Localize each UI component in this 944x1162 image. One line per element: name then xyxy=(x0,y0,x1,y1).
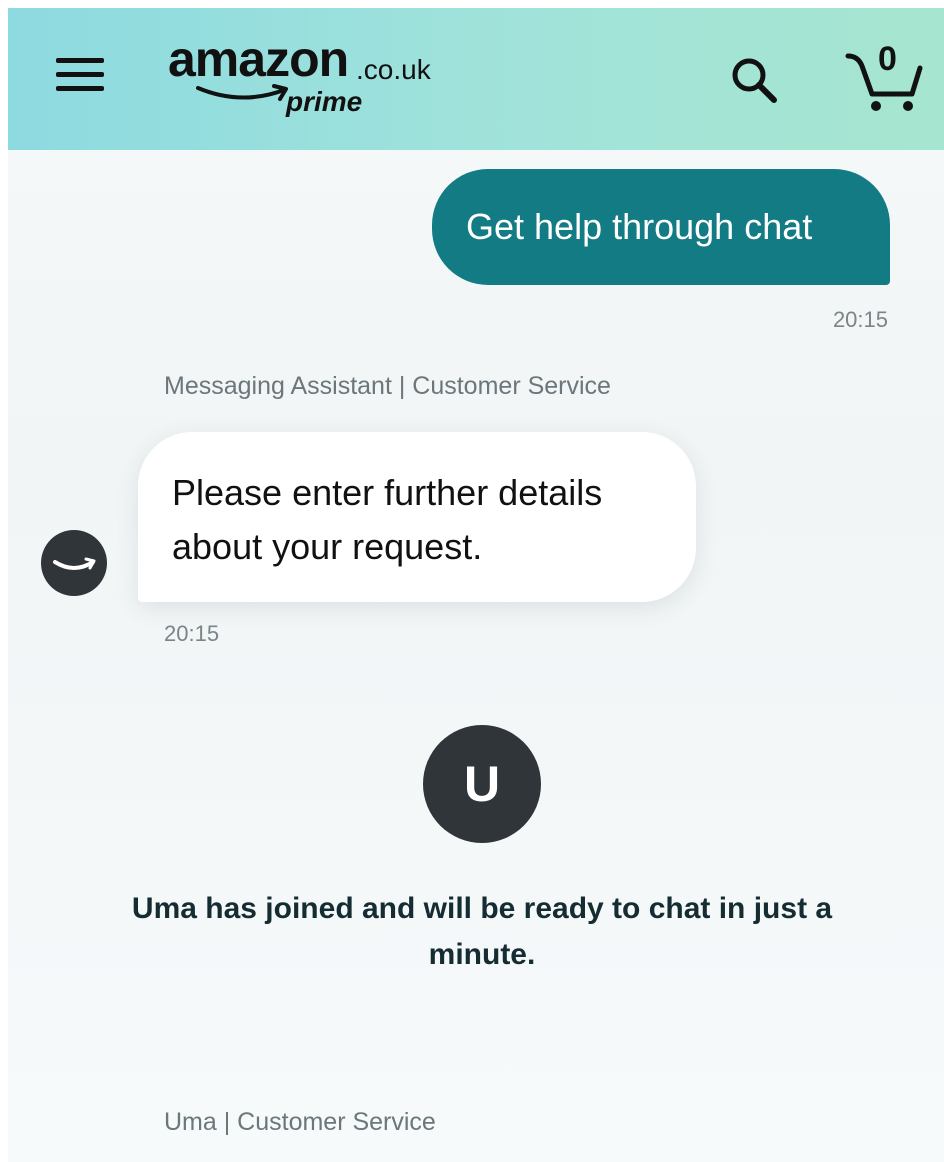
assistant-avatar xyxy=(41,530,107,596)
assistant-message-bubble: Please enter further details about your … xyxy=(138,432,696,602)
cart-count: 0 xyxy=(878,40,897,78)
amazon-prime-logo[interactable]: amazon .co.uk prime xyxy=(168,34,458,128)
smile-arrow-icon xyxy=(196,84,288,101)
agent-joined-message: Uma has joined and will be ready to chat… xyxy=(131,892,833,971)
app-frame: amazon .co.uk prime 0 Get help through c… xyxy=(8,8,944,1162)
header: amazon .co.uk prime 0 xyxy=(8,8,944,150)
search-icon[interactable] xyxy=(728,54,782,108)
logo-prime-text: prime xyxy=(286,86,363,117)
logo-domain-text: .co.uk xyxy=(356,54,431,85)
amazon-smile-icon xyxy=(53,557,96,570)
cart-button[interactable]: 0 xyxy=(844,40,926,114)
agent-avatar: U xyxy=(423,725,541,843)
menu-icon[interactable] xyxy=(54,52,108,98)
logo-main-text: amazon xyxy=(168,31,349,87)
agent-sender-label: Uma | Customer Service xyxy=(164,1108,436,1136)
assistant-sender-label: Messaging Assistant | Customer Service xyxy=(164,372,611,400)
user-message-timestamp: 20:15 xyxy=(832,307,888,332)
user-message-bubble: Get help through chat xyxy=(432,169,890,285)
assistant-message-timestamp: 20:15 xyxy=(164,621,220,646)
